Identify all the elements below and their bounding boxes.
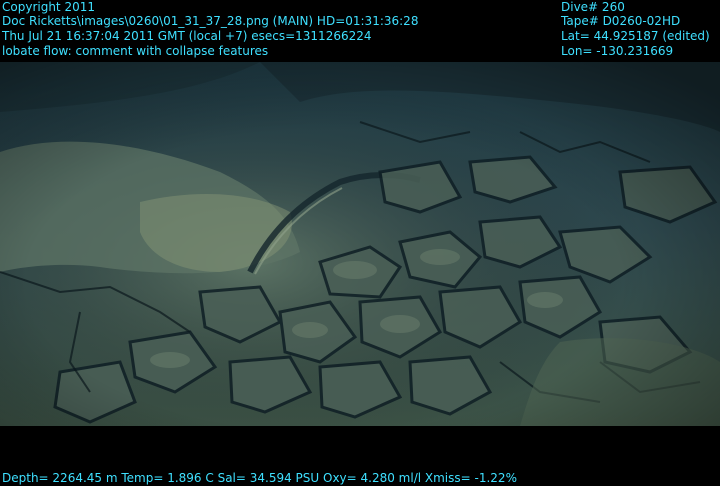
seafloor-lava-scene: [0, 62, 720, 426]
image-path-text: Doc Ricketts\images\0260\01_31_37_28.png…: [2, 14, 419, 28]
description-text: lobate flow: comment with collapse featu…: [2, 44, 269, 58]
longitude: Lon= -130.231669: [561, 44, 674, 58]
tape-number: Tape# D0260-02HD: [561, 14, 681, 28]
seafloor-image: [0, 62, 720, 426]
datetime-text: Thu Jul 21 16:37:04 2011 GMT (local +7) …: [2, 29, 372, 43]
sensor-readout: Depth= 2264.45 m Temp= 1.896 C Sal= 34.5…: [2, 471, 517, 485]
latitude: Lat= 44.925187 (edited): [561, 29, 710, 43]
copyright-text: Copyright 2011: [2, 0, 95, 14]
dive-number: Dive# 260: [561, 0, 625, 14]
